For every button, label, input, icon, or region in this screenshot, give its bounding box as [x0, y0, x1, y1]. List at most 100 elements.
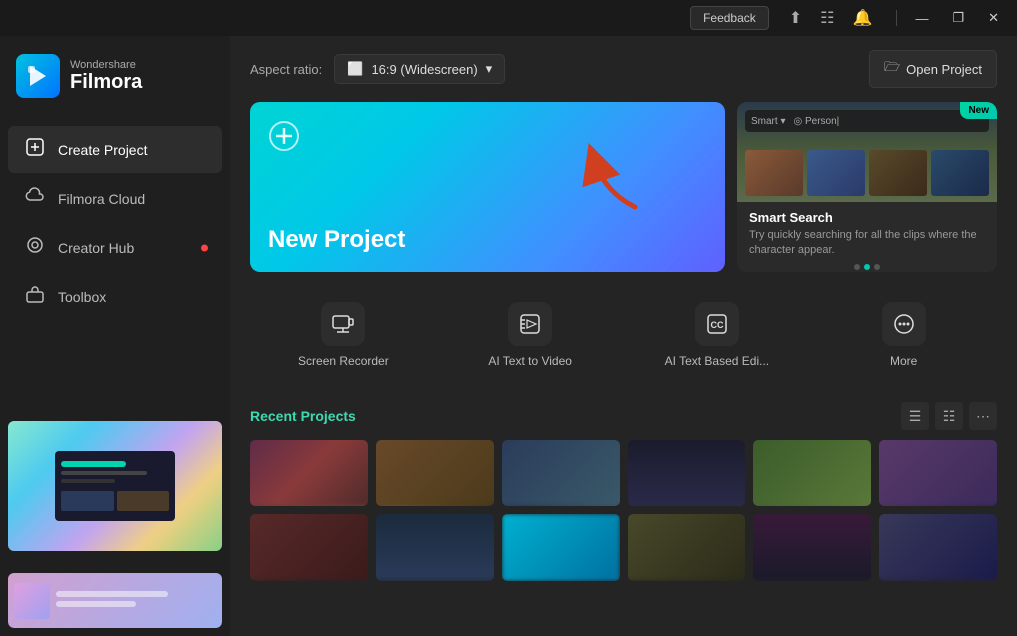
aspect-ratio-label: Aspect ratio: [250, 62, 322, 77]
video-card-5[interactable] [753, 440, 871, 506]
more-options-button[interactable]: ⋯ [969, 402, 997, 430]
dot-2 [864, 264, 870, 270]
main-content: Aspect ratio: ⬜ 16:9 (Widescreen) ▾ 🗁 Op… [230, 36, 1017, 636]
sidebar-thumbnail-1[interactable] [8, 421, 222, 551]
video-thumb-11 [753, 514, 871, 580]
more-action[interactable]: More [810, 288, 997, 382]
sidebar-thumbnail-2[interactable] [8, 567, 222, 628]
aspect-ratio-dropdown[interactable]: ⬜ 16:9 (Widescreen) ▾ [334, 54, 505, 84]
video-card-10[interactable] [628, 514, 746, 580]
thumb2-icon [14, 583, 50, 619]
titlebar-separator [896, 10, 897, 26]
video-card-7[interactable] [250, 514, 368, 580]
brand-name: Wondershare [70, 59, 142, 71]
product-name: Filmora [70, 71, 142, 94]
sidebar-label-creator-hub: Creator Hub [58, 240, 134, 256]
video-thumb-3 [502, 440, 620, 506]
sidebar-label-toolbox: Toolbox [58, 289, 106, 305]
sidebar-item-filmora-cloud[interactable]: Filmora Cloud [8, 175, 222, 222]
list-view-button[interactable]: ☰ [901, 402, 929, 430]
sidebar-item-creator-hub[interactable]: Creator Hub [8, 224, 222, 271]
video-thumb-4 [628, 440, 746, 506]
smart-search-card: Smart ▾ ◎ Person| New Smart Search Try q… [737, 102, 997, 272]
creator-hub-notification-dot [201, 244, 208, 251]
smart-search-preview: Smart ▾ ◎ Person| New [737, 102, 997, 202]
screen-recorder-icon [321, 302, 365, 346]
open-project-button[interactable]: 🗁 Open Project [869, 50, 997, 88]
ai-text-to-video-action[interactable]: AI Text to Video [437, 288, 624, 382]
quick-actions: Screen Recorder AI Text to Video CC [230, 288, 1017, 398]
video-card-12[interactable] [879, 514, 997, 580]
ss-thumb-2 [807, 150, 865, 196]
video-grid-row-1 [230, 440, 1017, 506]
logo-text: Wondershare Filmora [70, 59, 142, 94]
logo-area: Wondershare Filmora [0, 36, 230, 116]
ss-thumb-1 [745, 150, 803, 196]
dot-1 [854, 264, 860, 270]
video-thumb-8 [376, 514, 494, 580]
ss-thumb-4 [931, 150, 989, 196]
close-button[interactable]: ✕ [978, 6, 1009, 30]
video-card-9[interactable] [502, 514, 620, 580]
bell-icon-button[interactable]: 🔔 [845, 4, 881, 32]
open-project-label: Open Project [906, 62, 982, 77]
video-card-2[interactable] [376, 440, 494, 506]
project-preview-inner [55, 451, 175, 521]
grid-view-button[interactable]: ☷ [935, 402, 963, 430]
upload-icon-button[interactable]: ⬆ [781, 4, 810, 32]
feedback-button[interactable]: Feedback [690, 6, 769, 30]
recent-project-thumb-1 [8, 421, 222, 551]
ai-text-based-edit-label: AI Text Based Edi... [665, 354, 770, 368]
create-project-icon [24, 137, 46, 162]
screen-recorder-label: Screen Recorder [298, 354, 389, 368]
recent-projects-title: Recent Projects [250, 408, 356, 424]
video-card-11[interactable] [753, 514, 871, 580]
ai-text-based-edit-icon: CC [695, 302, 739, 346]
sidebar-label-create-project: Create Project [58, 142, 147, 158]
screen-icon: ⬜ [347, 61, 363, 77]
grid-icon-button[interactable]: ☷ [812, 4, 842, 32]
smart-search-description: Try quickly searching for all the clips … [749, 228, 985, 259]
ai-text-to-video-icon [508, 302, 552, 346]
toolbox-icon [24, 284, 46, 309]
new-badge: New [960, 102, 997, 119]
smart-search-title: Smart Search [749, 210, 985, 225]
app-logo [16, 54, 60, 98]
video-card-8[interactable] [376, 514, 494, 580]
video-card-6[interactable] [879, 440, 997, 506]
cloud-icon [24, 186, 46, 211]
titlebar: Feedback ⬆ ☷ 🔔 — ❐ ✕ [0, 0, 1017, 36]
smart-search-info: Smart Search Try quickly searching for a… [737, 202, 997, 272]
video-thumb-2 [376, 440, 494, 506]
more-icon [882, 302, 926, 346]
video-card-4[interactable] [628, 440, 746, 506]
plus-icon [268, 120, 300, 160]
section-actions: ☰ ☷ ⋯ [901, 402, 997, 430]
dot-3 [874, 264, 880, 270]
more-label: More [890, 354, 917, 368]
video-thumb-6 [879, 440, 997, 506]
maximize-button[interactable]: ❐ [942, 6, 974, 30]
smart-search-search-bar: Smart ▾ ◎ Person| [745, 110, 989, 132]
sidebar-item-toolbox[interactable]: Toolbox [8, 273, 222, 320]
sidebar: Wondershare Filmora Create Project Filmo… [0, 36, 230, 636]
video-card-3[interactable] [502, 440, 620, 506]
section-header: Recent Projects ☰ ☷ ⋯ [230, 398, 1017, 440]
svg-text:CC: CC [710, 320, 723, 330]
sidebar-item-create-project[interactable]: Create Project [8, 126, 222, 173]
topbar: Aspect ratio: ⬜ 16:9 (Widescreen) ▾ 🗁 Op… [230, 36, 1017, 102]
video-thumb-10 [628, 514, 746, 580]
new-project-title: New Project [268, 226, 707, 254]
creator-hub-icon [24, 235, 46, 260]
titlebar-icons: ⬆ ☷ 🔔 [781, 4, 881, 32]
arrow-decoration [575, 142, 655, 227]
video-card-1[interactable] [250, 440, 368, 506]
thumb2-lines [56, 591, 216, 611]
screen-recorder-action[interactable]: Screen Recorder [250, 288, 437, 382]
ai-text-based-edit-action[interactable]: CC AI Text Based Edi... [624, 288, 811, 382]
new-project-card[interactable]: New Project [250, 102, 725, 272]
video-thumb-12 [879, 514, 997, 580]
video-thumb-9 [502, 514, 620, 580]
folder-icon: 🗁 [884, 58, 900, 80]
minimize-button[interactable]: — [905, 7, 938, 30]
